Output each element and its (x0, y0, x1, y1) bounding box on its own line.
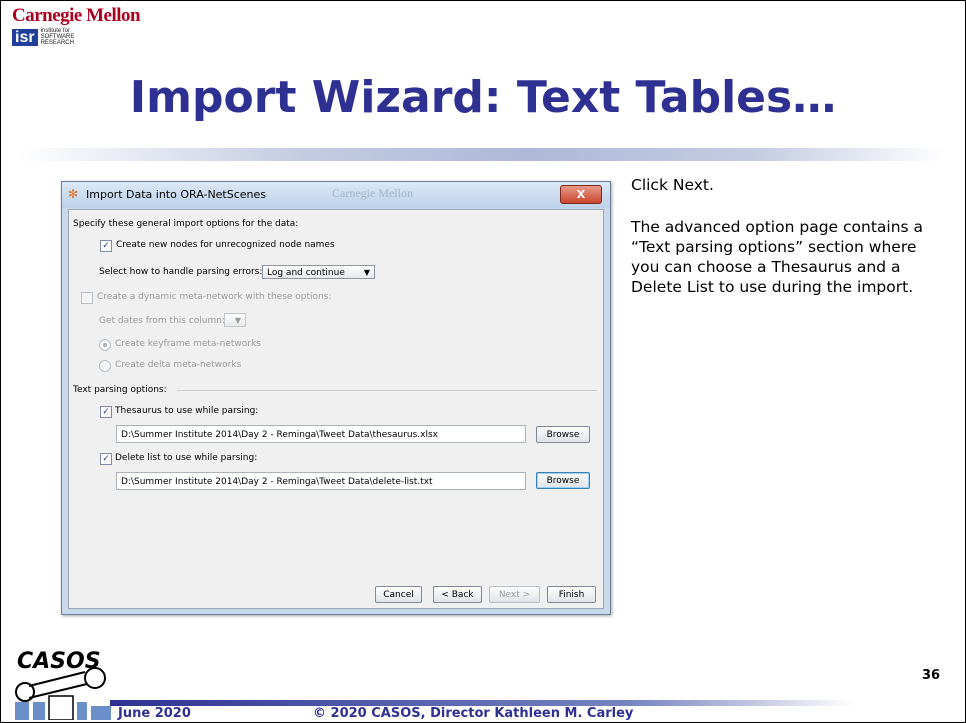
keyframe-label: Create keyframe meta-networks (115, 339, 261, 349)
create-nodes-checkbox[interactable]: ✓ (100, 240, 112, 252)
create-nodes-label: Create new nodes for unrecognized node n… (116, 240, 335, 250)
keyframe-radio[interactable] (99, 339, 111, 351)
delete-list-path-field[interactable]: D:\Summer Institute 2014\Day 2 - Reminga… (116, 472, 526, 490)
dynamic-network-checkbox[interactable] (81, 292, 93, 304)
text-parsing-heading: Text parsing options: (73, 385, 167, 395)
cancel-button[interactable]: Cancel (375, 586, 422, 603)
parsing-errors-select[interactable]: Log and continue ▼ (262, 265, 375, 279)
thesaurus-path-field[interactable]: D:\Summer Institute 2014\Day 2 - Reminga… (116, 425, 526, 443)
thesaurus-label: Thesaurus to use while parsing: (115, 406, 259, 416)
footer-date: June 2020 (118, 706, 191, 721)
dynamic-network-label: Create a dynamic meta-network with these… (97, 292, 332, 302)
dialog-content: Specify these general import options for… (68, 209, 604, 609)
delete-list-checkbox[interactable]: ✓ (100, 453, 112, 465)
instruction-paragraph-1: Click Next. (631, 176, 714, 194)
footer-copyright: © 2020 CASOS, Director Kathleen M. Carle… (313, 706, 634, 721)
dialog-titlebar[interactable]: ✻ Import Data into ORA-NetScenes Carnegi… (62, 182, 610, 208)
radio-selected-dot (103, 343, 107, 347)
isr-logo-block: isr institute for SOFTWARE RESEARCH (12, 28, 74, 46)
ora-app-icon: ✻ (68, 187, 79, 201)
page-number: 36 (922, 668, 941, 683)
dropdown-arrow-icon: ▼ (363, 268, 370, 277)
instruction-text: Click Next. The advanced option page con… (631, 175, 941, 319)
thesaurus-checkbox[interactable]: ✓ (100, 406, 112, 418)
dropdown-arrow-icon: ▼ (234, 316, 241, 325)
finish-button[interactable]: Finish (547, 586, 596, 603)
dialog-title: Import Data into ORA-NetScenes (86, 188, 267, 201)
delete-list-browse-button[interactable]: Browse (536, 472, 590, 489)
delta-radio[interactable] (99, 360, 111, 372)
close-button[interactable]: X (560, 185, 602, 204)
next-button[interactable]: Next > (489, 586, 540, 603)
general-options-heading: Specify these general import options for… (73, 219, 299, 229)
isr-logo: isr (12, 28, 38, 46)
parsing-errors-label: Select how to handle parsing errors: (99, 267, 263, 277)
title-divider (16, 148, 946, 161)
slide-title: Import Wizard: Text Tables… (129, 72, 837, 123)
instruction-paragraph-2: The advanced option page contains a “Tex… (631, 218, 924, 296)
import-dialog: ✻ Import Data into ORA-NetScenes Carnegi… (61, 181, 611, 615)
dates-column-label: Get dates from this column: (99, 316, 225, 326)
section-divider (177, 390, 597, 391)
back-button[interactable]: < Back (433, 586, 482, 603)
isr-text: institute for SOFTWARE RESEARCH (41, 28, 75, 46)
delta-label: Create delta meta-networks (115, 360, 242, 370)
thesaurus-browse-button[interactable]: Browse (536, 426, 590, 443)
parsing-errors-value: Log and continue (267, 268, 345, 278)
dates-column-select[interactable]: ▼ (224, 313, 246, 327)
casos-logo: CASOS (15, 649, 111, 720)
isr-text-line: RESEARCH (40, 40, 74, 46)
delete-list-label: Delete list to use while parsing: (115, 453, 258, 463)
cmu-logo: Carnegie Mellon (12, 5, 141, 26)
background-watermark: Carnegie Mellon (332, 186, 413, 200)
